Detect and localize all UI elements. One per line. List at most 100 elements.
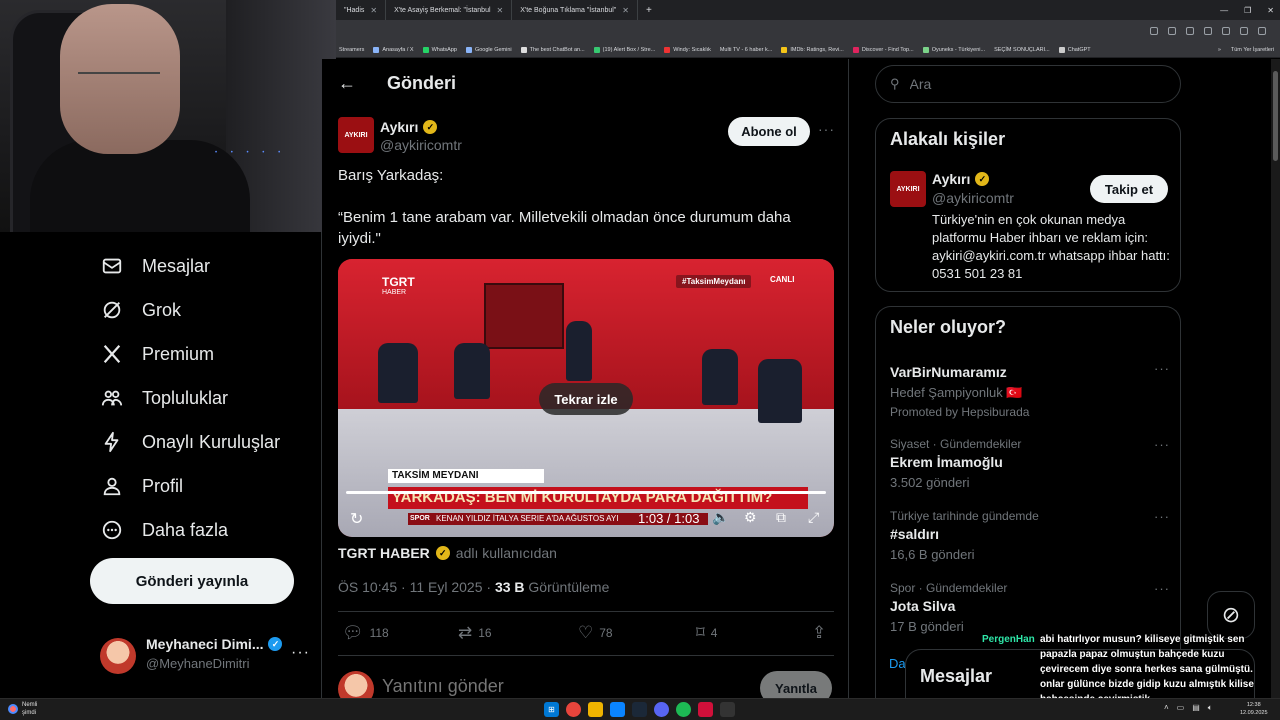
share-action[interactable]: ⇪ (812, 623, 826, 643)
search-input[interactable] (909, 76, 1150, 92)
replay-icon[interactable]: ↻ (350, 509, 363, 529)
video-source[interactable]: TGRT HABER ✓ adlı kullanıcıdan (338, 545, 557, 561)
subscribe-button[interactable]: Abone ol (728, 117, 810, 146)
scrollbar-thumb[interactable] (1273, 71, 1278, 161)
post-header: ← Gönderi (322, 59, 848, 109)
trend-item[interactable]: VarBirNumaramız Hedef Şampiyonluk 🇹🇷 Pro… (890, 361, 1170, 419)
nav-item-more[interactable]: Daha fazla (100, 518, 228, 542)
weather-widget[interactable]: Nemli şimdi (8, 701, 37, 717)
minimize-icon[interactable]: — (1220, 6, 1228, 15)
nav-item-communities[interactable]: Topluluklar (100, 386, 228, 410)
trend-item[interactable]: Siyaset · Gündemdekiler Ekrem İmamoğlu 3… (890, 437, 1170, 490)
post-button[interactable]: Gönderi yayınla (90, 558, 294, 604)
show-more-link[interactable]: Da (889, 656, 906, 671)
more-icon[interactable]: ··· (1154, 581, 1170, 596)
app-icon[interactable] (720, 702, 735, 717)
video-progress-bar[interactable] (346, 491, 826, 494)
page-scrollbar[interactable] (1271, 59, 1280, 720)
all-bookmarks-folder[interactable]: Tüm Yer İşaretleri (1231, 47, 1274, 53)
browser-tab[interactable]: X'te Asayiş Berkemal: "İstanbul ✕ (386, 0, 513, 20)
windows-start-icon[interactable]: ⊞ (544, 702, 559, 717)
search-box[interactable]: ⚲ (875, 65, 1181, 103)
nav-item-verified-orgs[interactable]: Onaylı Kuruluşlar (100, 430, 280, 454)
video-player[interactable]: TGRT HABER #TaksimMeydanı CANLI TAKSİM ME… (338, 259, 834, 537)
bookmark[interactable]: Discover - Find Top... (852, 46, 914, 53)
reply-action[interactable]: 💬︎ 118 (342, 623, 389, 643)
nav-item-grok[interactable]: Grok (100, 298, 181, 322)
extensions-icon[interactable] (1204, 27, 1212, 35)
profile-icon[interactable] (1240, 27, 1248, 35)
more-icon[interactable]: ··· (1154, 361, 1170, 376)
maximize-icon[interactable]: ❐ (1244, 6, 1251, 15)
sidepanel-icon[interactable] (1222, 27, 1230, 35)
bookmark[interactable]: The best ChatBot an... (520, 46, 585, 53)
bookmark[interactable]: ChatGPT (1058, 46, 1091, 53)
video-guest (702, 349, 738, 405)
new-tab-icon[interactable]: + (638, 5, 660, 16)
tray-app-icon[interactable]: ▭ (1177, 703, 1185, 713)
bookmarks-overflow-icon[interactable]: » (1218, 47, 1221, 53)
nav-item-profile[interactable]: Profil (100, 474, 183, 498)
app-icon[interactable] (698, 702, 713, 717)
close-window-icon[interactable]: ✕ (1267, 6, 1274, 15)
tray-network-icon[interactable]: ▤ (1192, 703, 1200, 713)
follow-button[interactable]: Takip et (1090, 175, 1168, 203)
account-switcher[interactable]: Meyhaneci Dimi... ✓ @MeyhaneDimitri ··· (100, 632, 310, 682)
bookmark[interactable]: IMDb: Ratings, Revi... (781, 46, 844, 53)
bookmark[interactable]: Google Gemini (465, 46, 512, 53)
trend-item[interactable]: Spor · Gündemdekiler Jota Silva 17 B gön… (890, 581, 1170, 634)
author-avatar[interactable]: AYKIRI (338, 117, 374, 153)
settings-gear-icon[interactable]: ⚙ (744, 509, 757, 526)
bookmark[interactable]: Oyuneks - Türkiyeni... (922, 46, 985, 53)
browser-tab[interactable]: X'te Boğuna Tıklama "İstanbul" ✕ (512, 0, 638, 20)
pip-icon[interactable]: ⧉ (776, 509, 786, 526)
app-icon[interactable] (610, 702, 625, 717)
replay-button[interactable]: Tekrar izle (539, 383, 633, 415)
discord-icon[interactable] (654, 702, 669, 717)
volume-icon[interactable]: 🔈︎ (1208, 703, 1213, 713)
nav-item-messages[interactable]: Mesajlar (100, 254, 210, 278)
bookmark[interactable]: Streamers (339, 47, 364, 53)
bookmark[interactable]: WhatsApp (422, 46, 457, 53)
browser-tab[interactable]: "Hadis ✕ (336, 0, 387, 20)
bookmark[interactable]: Multi TV - 6 haber k... (720, 47, 772, 53)
back-arrow-icon[interactable]: ← (338, 73, 356, 94)
related-handle[interactable]: @aykiricomtr (932, 190, 1014, 206)
related-avatar[interactable]: AYKIRI (890, 171, 926, 207)
close-icon[interactable]: ✕ (622, 6, 629, 15)
zoom-icon[interactable] (1168, 27, 1176, 35)
more-icon[interactable]: ··· (291, 644, 310, 662)
author-name-row[interactable]: Aykırı ✓ (380, 119, 438, 135)
close-icon[interactable]: ✕ (497, 6, 504, 15)
steam-icon[interactable] (632, 702, 647, 717)
author-handle[interactable]: @aykiricomtr (380, 137, 462, 153)
folder-icon[interactable] (588, 702, 603, 717)
repost-action[interactable]: ⇄ 16 (458, 623, 492, 643)
like-action[interactable]: ♡ 78 (578, 623, 613, 643)
fullscreen-icon[interactable]: ⤢ (808, 509, 819, 526)
trend-item[interactable]: Türkiye tarihinde gündemde #saldırı 16,6… (890, 509, 1170, 562)
clock[interactable]: 12:38 12.09.2025 (1240, 701, 1268, 717)
weather-title: Nemli (22, 702, 38, 708)
more-icon[interactable]: ··· (1154, 509, 1170, 524)
bookmark[interactable]: Anasayfa / X (373, 46, 414, 53)
reply-input[interactable] (382, 676, 722, 697)
more-icon[interactable]: ··· (818, 121, 835, 137)
bookmark-label: (19) Alert Box / Stre... (602, 46, 656, 53)
chrome-icon[interactable] (566, 702, 581, 717)
post-timestamp[interactable]: ÖS 10:45 · 11 Eyl 2025 · (338, 579, 495, 595)
close-icon[interactable]: ✕ (370, 6, 377, 15)
nav-item-premium[interactable]: Premium (100, 342, 214, 366)
bookmark[interactable]: Windy: Sıcaklık (664, 46, 711, 53)
bookmark[interactable]: (19) Alert Box / Stre... (593, 46, 656, 53)
volume-icon[interactable]: 🔈 (712, 509, 729, 526)
star-icon[interactable] (1186, 27, 1194, 35)
menu-icon[interactable] (1258, 27, 1266, 35)
related-name-row[interactable]: Aykırı ✓ (932, 171, 990, 187)
bookmark[interactable]: SEÇİM SONUÇLARI... (994, 47, 1050, 53)
spotify-icon[interactable] (676, 702, 691, 717)
tray-chevron-icon[interactable]: ˄ (1164, 703, 1169, 713)
cast-icon[interactable] (1150, 27, 1158, 35)
bookmark-action[interactable]: ⌑ 4 (696, 623, 717, 643)
more-icon[interactable]: ··· (1154, 437, 1170, 452)
